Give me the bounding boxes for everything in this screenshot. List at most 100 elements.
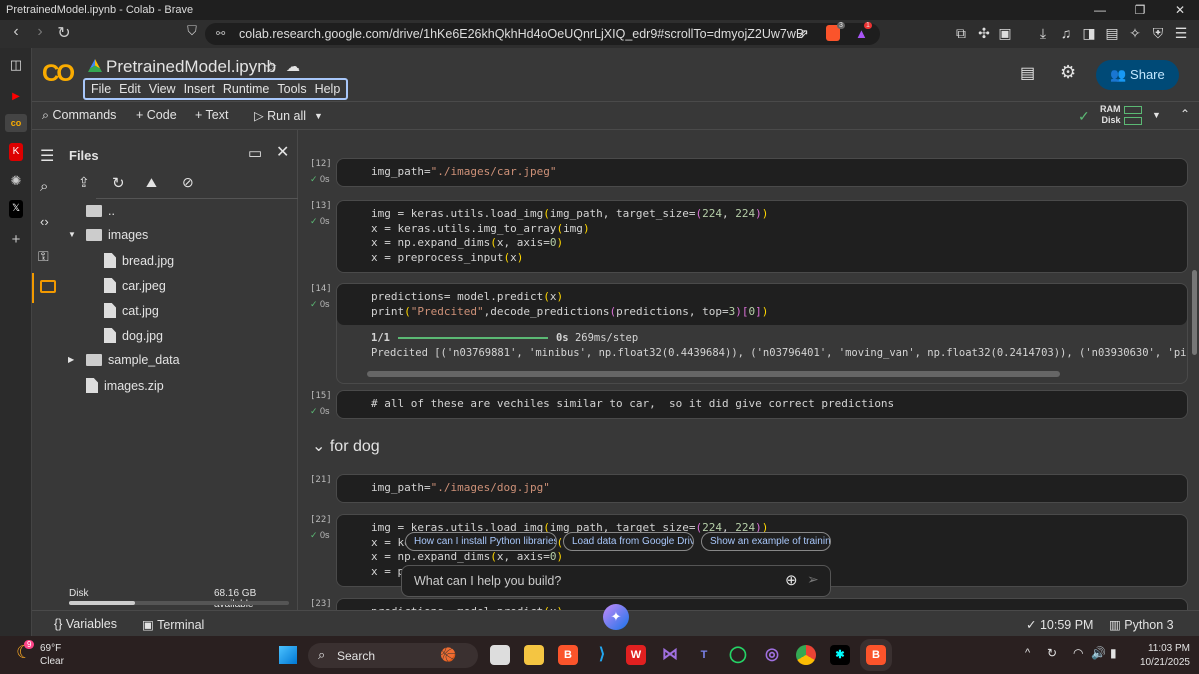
file-tree-item[interactable]: bread.jpg bbox=[104, 253, 174, 268]
sidebar-panel-icon[interactable]: ◫ bbox=[5, 56, 27, 74]
code-editor[interactable]: img_path="./images/dog.jpg" bbox=[337, 475, 1187, 502]
file-tree-item[interactable]: images bbox=[86, 228, 148, 242]
back-icon[interactable]: ‹ bbox=[6, 23, 26, 41]
site-settings-icon[interactable]: ⚯ bbox=[216, 27, 225, 40]
teams-icon[interactable]: T bbox=[694, 645, 714, 665]
github-desktop-icon[interactable]: ◎ bbox=[762, 645, 782, 665]
download-icon[interactable]: ⤓ bbox=[1034, 25, 1052, 42]
toc-icon[interactable]: ☰ bbox=[40, 146, 54, 166]
chatgpt-icon[interactable]: ✺ bbox=[5, 172, 27, 190]
k-app-icon[interactable]: K bbox=[9, 143, 23, 161]
menu-edit[interactable]: Edit bbox=[115, 80, 145, 98]
cloud-saved-icon[interactable]: ☁ bbox=[286, 58, 300, 75]
code-editor[interactable]: img_path="./images/car.jpeg" bbox=[337, 159, 1187, 186]
code-cell[interactable]: predictions= model.predict(x) print("Pred… bbox=[336, 283, 1188, 385]
file-tree-item[interactable]: cat.jpg bbox=[104, 303, 159, 318]
colab-logo[interactable]: CO bbox=[42, 60, 75, 88]
code-cell[interactable]: img_path="./images/car.jpeg" bbox=[336, 158, 1188, 187]
send-icon[interactable]: ➢ bbox=[807, 571, 819, 588]
hide-files-icon[interactable]: ⊘ bbox=[182, 174, 194, 191]
media-icon[interactable]: ♫ bbox=[1057, 25, 1075, 41]
file-tree-item[interactable]: .. bbox=[86, 204, 115, 218]
menu-view[interactable]: View bbox=[145, 80, 180, 98]
caret-down-icon[interactable]: ▼ bbox=[68, 230, 76, 239]
minimize-button[interactable]: — bbox=[1080, 0, 1120, 20]
horizontal-scrollbar[interactable] bbox=[367, 371, 1060, 378]
file-tree-item[interactable]: sample_data bbox=[86, 353, 180, 367]
sidebar-toggle-icon[interactable]: ◨ bbox=[1080, 25, 1098, 42]
add-text-button[interactable]: + Text bbox=[195, 108, 228, 122]
onedrive-icon[interactable]: ↻ bbox=[1047, 646, 1057, 660]
star-icon[interactable]: ☆ bbox=[264, 58, 277, 76]
variables-button[interactable]: {} Variables bbox=[54, 617, 117, 631]
task-view-icon[interactable] bbox=[490, 645, 510, 665]
share-page-icon[interactable]: ⇗ bbox=[798, 26, 809, 42]
menu-tools[interactable]: Tools bbox=[273, 80, 310, 98]
comments-icon[interactable]: ▤ bbox=[1020, 63, 1035, 83]
tab-manager-icon[interactable]: ⧉ bbox=[952, 25, 970, 42]
run-all-button[interactable]: ▷ Run all bbox=[254, 108, 306, 123]
brave-app-icon[interactable]: B bbox=[558, 645, 578, 665]
leo-ai-icon[interactable]: ✧ bbox=[1126, 25, 1144, 42]
colab-icon[interactable]: co bbox=[5, 114, 27, 132]
upload-icon[interactable]: ⇪ bbox=[78, 174, 90, 191]
whatsapp-icon[interactable]: ◯ bbox=[728, 645, 748, 665]
app-icon[interactable]: ✱ bbox=[830, 645, 850, 665]
code-cell[interactable]: img_path="./images/dog.jpg" bbox=[336, 474, 1188, 503]
add-attachment-icon[interactable]: ⊕ bbox=[785, 571, 798, 589]
visual-studio-icon[interactable]: ⋈ bbox=[660, 645, 680, 665]
suggestion-chip[interactable]: Load data from Google Drive bbox=[563, 532, 694, 551]
suggestion-chip[interactable]: How can I install Python libraries? bbox=[405, 532, 557, 551]
gemini-button[interactable]: ✦ bbox=[603, 604, 629, 630]
share-button[interactable]: 👥 Share bbox=[1096, 60, 1179, 90]
restore-button[interactable]: ❐ bbox=[1120, 0, 1160, 20]
run-status[interactable]: ✓ 0s bbox=[310, 530, 330, 541]
suggestion-chip[interactable]: Show an example of training a bbox=[701, 532, 831, 551]
file-tree-item[interactable]: images.zip bbox=[86, 378, 164, 393]
run-status[interactable]: ✓ 0s bbox=[310, 299, 330, 310]
code-cell[interactable]: img = keras.utils.load_img(img_path, tar… bbox=[336, 200, 1188, 273]
run-status[interactable]: ✓ 0s bbox=[310, 216, 330, 227]
find-icon[interactable]: ⌕ bbox=[40, 178, 48, 195]
code-editor[interactable]: predictions= model.predict(x) bbox=[337, 599, 1187, 610]
vpn-icon[interactable]: ⛨ bbox=[1149, 25, 1167, 42]
add-code-button[interactable]: + Code bbox=[136, 108, 177, 122]
battery-icon[interactable]: ▮ bbox=[1110, 646, 1117, 660]
chrome-icon[interactable] bbox=[796, 645, 816, 665]
section-heading[interactable]: ⌄ for dog bbox=[312, 436, 380, 456]
menu-help[interactable]: Help bbox=[311, 80, 345, 98]
file-explorer-icon[interactable] bbox=[524, 645, 544, 665]
menu-file[interactable]: File bbox=[87, 80, 115, 98]
notebook-title[interactable]: PretrainedModel.ipynb bbox=[106, 57, 276, 77]
resources-indicator[interactable]: RAM Disk bbox=[1100, 104, 1121, 126]
menu-icon[interactable]: ☰ bbox=[1172, 25, 1190, 42]
wps-icon[interactable]: W bbox=[626, 645, 646, 665]
tray-overflow-icon[interactable]: ^ bbox=[1025, 647, 1030, 659]
x-icon[interactable]: 𝕏 bbox=[9, 200, 23, 218]
add-icon[interactable]: + bbox=[5, 231, 27, 249]
code-snippets-icon[interactable]: ‹› bbox=[40, 214, 49, 229]
bookmark-icon[interactable]: ⛉ bbox=[182, 23, 202, 39]
close-panel-icon[interactable]: ✕ bbox=[276, 142, 289, 162]
open-in-tab-icon[interactable]: ▭ bbox=[248, 144, 262, 162]
extensions-icon[interactable]: ✣ bbox=[975, 25, 993, 42]
file-tree-item[interactable]: dog.jpg bbox=[104, 328, 163, 343]
code-editor[interactable]: img = keras.utils.load_img(img_path, tar… bbox=[337, 201, 1187, 272]
commands-button[interactable]: ⌕ Commands bbox=[42, 108, 116, 123]
reader-icon[interactable]: ▣ bbox=[996, 25, 1014, 42]
forward-icon[interactable]: › bbox=[30, 23, 50, 41]
menu-insert[interactable]: Insert bbox=[180, 80, 219, 98]
windows-start-icon[interactable] bbox=[279, 646, 297, 664]
youtube-icon[interactable]: ▶ bbox=[5, 88, 27, 106]
resources-dropdown-icon[interactable]: ▼ bbox=[1152, 110, 1161, 120]
folder-icon[interactable] bbox=[40, 280, 56, 293]
run-all-dropdown-icon[interactable]: ▼ bbox=[314, 111, 323, 121]
secrets-key-icon[interactable]: ⚿ bbox=[38, 248, 49, 265]
close-window-button[interactable]: ✕ bbox=[1160, 0, 1199, 20]
clock-date[interactable]: 10/21/2025 bbox=[1132, 657, 1190, 668]
last-run-status[interactable]: ✓ 10:59 PM bbox=[1026, 617, 1093, 632]
reload-icon[interactable]: ↻ bbox=[54, 23, 74, 43]
collapse-header-icon[interactable]: ⌃ bbox=[1180, 107, 1190, 121]
brave-active-icon[interactable]: B bbox=[860, 639, 892, 671]
run-status[interactable]: ✓ 0s bbox=[310, 406, 330, 417]
